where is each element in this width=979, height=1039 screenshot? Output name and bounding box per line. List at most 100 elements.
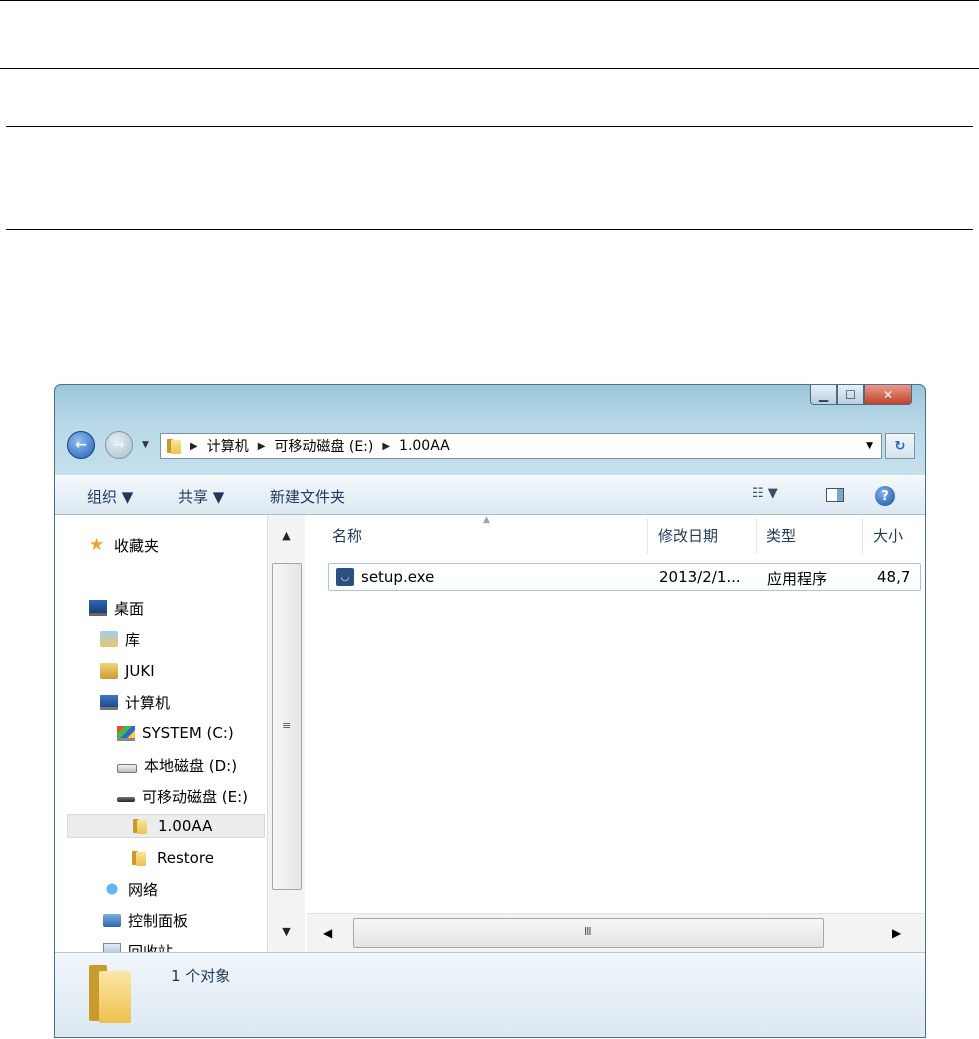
- sort-ascending-icon: ▲: [483, 515, 490, 525]
- view-options-icon[interactable]: ☷ ▼: [752, 486, 778, 501]
- file-type: 应用程序: [767, 570, 828, 588]
- file-date: 2013/2/1...: [659, 568, 741, 586]
- breadcrumb-drive-e[interactable]: 可移动磁盘 (E:): [274, 436, 373, 456]
- refresh-button[interactable]: ↻: [885, 433, 915, 459]
- sidebar-item-control-panel[interactable]: 控制面板: [103, 908, 188, 932]
- column-divider[interactable]: [647, 518, 648, 554]
- close-button[interactable]: ✕: [864, 385, 912, 405]
- sidebar-item-folder-restore[interactable]: Restore: [132, 846, 214, 870]
- minimize-icon: ▁: [818, 387, 829, 402]
- item-count-status: 1 个对象: [171, 967, 231, 985]
- breadcrumb-folder[interactable]: 1.00AA: [399, 438, 450, 454]
- folder-icon: [167, 438, 181, 454]
- sidebar-item-label: JUKI: [125, 662, 155, 680]
- window-controls: ▁ ☐ ✕: [810, 385, 912, 407]
- folder-icon: [132, 850, 150, 866]
- sidebar-item-favorites[interactable]: ★ 收藏夹: [89, 533, 159, 557]
- network-icon: [103, 881, 121, 897]
- desktop-icon: [89, 600, 107, 616]
- sidebar-item-label: 回收站: [128, 942, 174, 953]
- back-arrow-icon: ←: [75, 437, 87, 453]
- content-area: ★ 收藏夹 桌面 库 JUKI 计算机 SYSTEM (C:) 本地磁盘 (D:…: [55, 515, 925, 952]
- file-row[interactable]: ◡ setup.exe 2013/2/1... 应用程序 48,7: [328, 563, 921, 591]
- top-rule-3: [6, 126, 973, 127]
- library-icon: [100, 631, 118, 647]
- sidebar-item-label: 库: [125, 630, 141, 649]
- minimize-button[interactable]: ▁: [810, 385, 837, 405]
- forward-arrow-icon: →: [113, 437, 125, 453]
- scroll-grip: ≡: [282, 719, 292, 732]
- column-divider[interactable]: [756, 518, 757, 554]
- breadcrumb-computer[interactable]: 计算机: [207, 436, 249, 456]
- sidebar-item-label: 本地磁盘 (D:): [144, 756, 238, 775]
- sidebar-item-user[interactable]: JUKI: [100, 659, 155, 683]
- column-header-size[interactable]: 大小: [873, 525, 903, 546]
- breadcrumb-separator-icon[interactable]: ▶: [258, 441, 266, 452]
- column-divider[interactable]: [862, 518, 863, 554]
- top-rule-1: [0, 0, 979, 1]
- removable-drive-icon: [117, 796, 135, 802]
- back-button[interactable]: ←: [67, 431, 95, 459]
- top-rule-4: [6, 229, 973, 230]
- sidebar-item-drive-c[interactable]: SYSTEM (C:): [117, 721, 234, 745]
- navigation-pane: ★ 收藏夹 桌面 库 JUKI 计算机 SYSTEM (C:) 本地磁盘 (D:…: [55, 515, 305, 952]
- file-size: 48,7: [877, 568, 911, 586]
- scroll-left-icon[interactable]: ◀: [323, 926, 332, 940]
- sidebar-item-drive-d[interactable]: 本地磁盘 (D:): [117, 753, 237, 777]
- column-header-date[interactable]: 修改日期: [658, 525, 718, 546]
- maximize-icon: ☐: [845, 387, 856, 402]
- recycle-bin-icon: [103, 943, 121, 952]
- file-name: setup.exe: [361, 568, 435, 586]
- history-dropdown-icon[interactable]: ▼: [142, 440, 149, 450]
- sidebar-item-label: 收藏夹: [114, 536, 160, 555]
- scroll-up-icon[interactable]: ▲: [268, 529, 305, 542]
- new-folder-button[interactable]: 新建文件夹: [270, 486, 345, 507]
- scroll-right-icon[interactable]: ▶: [892, 926, 901, 940]
- control-panel-icon: [103, 913, 121, 927]
- file-list-pane: ▲ 名称 修改日期 类型 大小 ◡ setup.exe 2013/2/1... …: [307, 515, 925, 952]
- folder-large-icon: [89, 965, 131, 1023]
- sidebar-item-library[interactable]: 库: [100, 627, 140, 651]
- sidebar-item-label: SYSTEM (C:): [142, 724, 234, 742]
- horizontal-scrollbar[interactable]: ◀ Ⅲ ▶: [307, 913, 925, 952]
- breadcrumb-separator-icon[interactable]: ▶: [190, 441, 198, 452]
- scroll-down-icon[interactable]: ▼: [268, 925, 305, 938]
- column-header-name[interactable]: 名称: [332, 525, 362, 546]
- help-icon[interactable]: ?: [875, 486, 895, 506]
- address-dropdown-icon[interactable]: ▼: [866, 441, 873, 451]
- scroll-thumb[interactable]: Ⅲ: [353, 918, 824, 948]
- column-header-type[interactable]: 类型: [766, 525, 796, 546]
- application-icon: ◡: [336, 568, 354, 586]
- sidebar-item-desktop[interactable]: 桌面: [89, 596, 144, 620]
- sidebar-item-label: 可移动磁盘 (E:): [142, 787, 249, 806]
- sidebar-item-folder-selected[interactable]: 1.00AA: [67, 814, 265, 838]
- sidebar-item-network[interactable]: 网络: [103, 877, 158, 901]
- hard-drive-icon: [117, 763, 137, 773]
- sidebar-item-label: 网络: [128, 880, 159, 899]
- sidebar-item-computer[interactable]: 计算机: [100, 690, 170, 714]
- nav-vertical-scrollbar[interactable]: ▲ ≡ ▼: [267, 515, 305, 952]
- sidebar-item-label: Restore: [157, 849, 214, 867]
- system-drive-icon: [117, 725, 135, 741]
- user-folder-icon: [100, 663, 118, 679]
- close-icon: ✕: [882, 387, 894, 402]
- organize-button[interactable]: 组织 ▼: [87, 486, 133, 507]
- scroll-grip: Ⅲ: [584, 925, 592, 938]
- refresh-icon: ↻: [894, 438, 906, 454]
- address-bar[interactable]: ▶ 计算机 ▶ 可移动磁盘 (E:) ▶ 1.00AA ▼: [160, 433, 882, 459]
- sidebar-item-label: 控制面板: [128, 911, 189, 930]
- share-button[interactable]: 共享 ▼: [178, 486, 224, 507]
- folder-icon: [133, 818, 151, 834]
- maximize-button[interactable]: ☐: [837, 385, 864, 405]
- forward-button[interactable]: →: [105, 431, 133, 459]
- computer-icon: [100, 694, 118, 710]
- explorer-window: ▁ ☐ ✕ ← → ▼ ▶ 计算机 ▶ 可移动磁盘 (E:) ▶ 1.00AA …: [54, 384, 926, 1038]
- sidebar-item-label: 计算机: [125, 693, 171, 712]
- preview-pane-icon[interactable]: [826, 488, 844, 502]
- sidebar-item-recycle-bin[interactable]: 回收站: [103, 939, 173, 952]
- scroll-thumb[interactable]: ≡: [272, 563, 302, 890]
- command-toolbar: 组织 ▼ 共享 ▼ 新建文件夹 ☷ ▼ ?: [55, 475, 925, 515]
- sidebar-item-drive-e[interactable]: 可移动磁盘 (E:): [117, 784, 248, 808]
- details-pane: 1 个对象: [55, 952, 925, 1037]
- breadcrumb-separator-icon[interactable]: ▶: [382, 441, 390, 452]
